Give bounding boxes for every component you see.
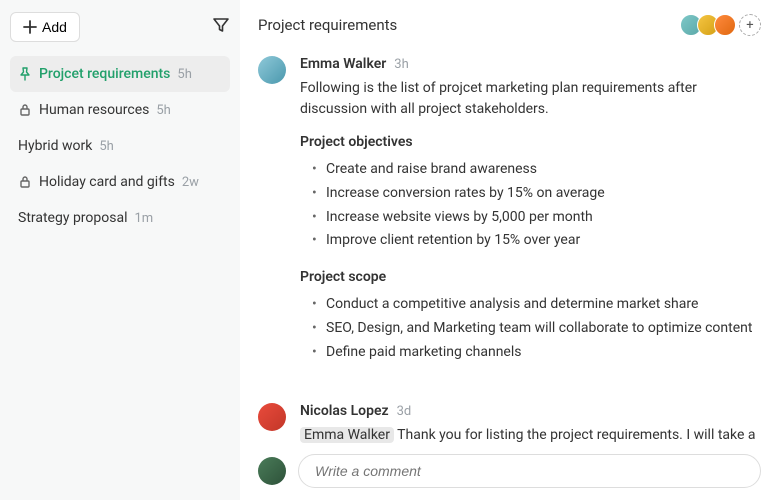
list-item: Create and raise brand awareness (312, 158, 761, 182)
post-body: Emma Walker 3h Following is the list of pr… (300, 56, 761, 381)
post-head: Nicolas Lopez 3d (300, 403, 761, 419)
post-time: 3d (397, 404, 412, 419)
sidebar-item-time: 5h (99, 139, 113, 154)
list-item: Increase website views by 5,000 per mont… (312, 206, 761, 230)
avatar (258, 457, 286, 485)
comment-input[interactable] (298, 454, 761, 488)
sidebar-item-label: Holiday card and gifts (39, 174, 175, 190)
sidebar-item-0[interactable]: Projcet requirements 5h (10, 56, 230, 92)
sidebar-item-3[interactable]: Holiday card and gifts 2w (10, 164, 230, 200)
sidebar-item-label: Hybrid work (18, 138, 92, 154)
filter-icon[interactable] (212, 16, 230, 38)
nav-list: Projcet requirements5hHuman resources5hH… (10, 56, 230, 236)
post-author: Emma Walker (300, 56, 386, 72)
post-text: Emma Walker Thank you for listing the pr… (300, 425, 761, 446)
section-list: Conduct a competitive analysis and deter… (300, 293, 761, 364)
lock-icon (18, 103, 32, 117)
avatar (258, 56, 286, 84)
list-item: SEO, Design, and Marketing team will col… (312, 317, 761, 341)
plus-icon (23, 20, 37, 34)
page-title: Project requirements (258, 16, 397, 34)
post: Emma Walker 3h Following is the list of pr… (258, 56, 761, 381)
add-member-button[interactable]: + (739, 14, 761, 36)
list-item: Define paid marketing channels (312, 341, 761, 365)
add-button[interactable]: Add (10, 12, 80, 42)
sidebar-item-label: Projcet requirements (39, 66, 170, 82)
comment-row (258, 446, 761, 500)
list-item: Increase conversion rates by 15% on aver… (312, 182, 761, 206)
list-item: Improve client retention by 15% over yea… (312, 229, 761, 253)
post-body: Nicolas Lopez 3d Emma Walker Thank you for… (300, 403, 761, 446)
sidebar-item-label: Strategy proposal (18, 210, 127, 226)
sidebar: Add Projcet requirements5hHuman resource… (0, 0, 240, 500)
sidebar-top: Add (10, 12, 230, 42)
add-button-label: Add (42, 19, 67, 35)
sidebar-item-label: Human resources (39, 102, 149, 118)
sidebar-item-4[interactable]: Strategy proposal 1m (10, 200, 230, 236)
sidebar-item-time: 5h (177, 67, 191, 82)
sidebar-item-2[interactable]: Hybrid work 5h (10, 128, 230, 164)
main: Project requirements + Emma Walker 3h Foll… (240, 0, 779, 500)
list-item: Conduct a competitive analysis and deter… (312, 293, 761, 317)
section-list: Create and raise brand awarenessIncrease… (300, 158, 761, 253)
avatar (258, 403, 286, 431)
post-time: 3h (394, 57, 408, 72)
avatar[interactable] (714, 14, 736, 36)
post-intro: Following is the list of projcet marketi… (300, 78, 761, 120)
lock-icon (18, 175, 32, 189)
sidebar-item-time: 5h (156, 103, 170, 118)
post-head: Emma Walker 3h (300, 56, 761, 72)
section-title: Project scope (300, 269, 761, 285)
post-author: Nicolas Lopez (300, 403, 389, 419)
section-title: Project objectives (300, 134, 761, 150)
post: Nicolas Lopez 3d Emma Walker Thank you for… (258, 403, 761, 446)
pin-icon (18, 67, 32, 81)
posts: Emma Walker 3h Following is the list of pr… (258, 56, 761, 446)
mention[interactable]: Emma Walker (300, 427, 394, 443)
sidebar-item-1[interactable]: Human resources 5h (10, 92, 230, 128)
main-header: Project requirements + (258, 14, 761, 36)
avatar-group: + (685, 14, 761, 36)
sidebar-item-time: 2w (182, 175, 199, 190)
sidebar-item-time: 1m (134, 211, 153, 226)
